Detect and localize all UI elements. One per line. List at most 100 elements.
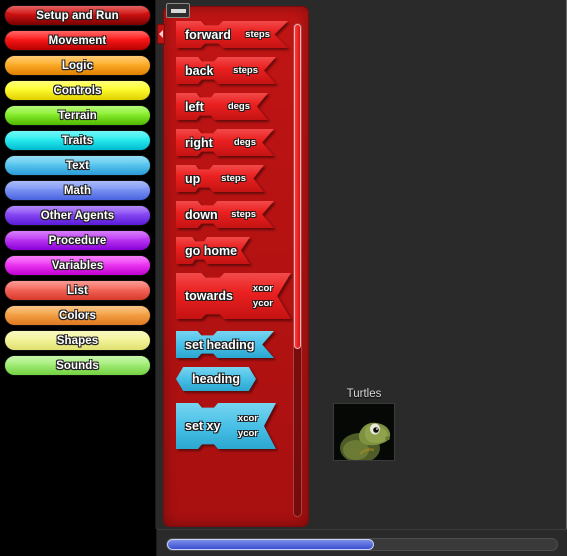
block-parameter-slot[interactable]: steps [231,209,256,220]
block-up[interactable]: up steps [176,165,264,192]
block-label: right [185,135,213,150]
block-right[interactable]: right degs [176,129,274,156]
breed-turtles[interactable]: Turtles [333,388,395,461]
sidebar-footer-pad [0,529,157,556]
block-body: left degs [176,93,268,120]
block-label: set xy [185,419,221,433]
breed-label: Turtles [346,388,382,400]
block-body: right degs [176,129,274,156]
workspace-horizontal-scrollbar-thumb[interactable] [167,539,374,550]
palette-vertical-scrollbar-thumb[interactable] [294,24,301,349]
block-parameter-slots: xcor ycor [238,413,272,439]
block-label: heading [192,372,240,386]
sidebar-item-label: Terrain [58,109,97,122]
sidebar-item-shapes[interactable]: Shapes [4,330,151,351]
sidebar-item-logic[interactable]: Logic [4,55,151,76]
block-parameter-slots: steps [245,29,284,40]
sidebar-item-math[interactable]: Math [4,180,151,201]
block-label: set heading [185,337,255,352]
block-label: forward [185,27,231,42]
palette-vertical-scrollbar-track[interactable] [293,23,302,517]
block-parameter-slots: xcor ycor [253,283,287,309]
block-towards[interactable]: towards xcor ycor [176,273,291,319]
sidebar-item-variables[interactable]: Variables [4,255,151,276]
block-heading[interactable]: heading [176,367,256,391]
block-set-xy[interactable]: set xy xcor ycor [176,403,276,449]
block-parameter-slot[interactable]: xcor [238,413,258,424]
sidebar-item-list[interactable]: List [4,280,151,301]
turtle-image-icon [334,404,394,460]
sidebar-item-movement[interactable]: Movement [4,30,151,51]
sidebar-item-label: Logic [61,59,94,72]
sidebar-item-label: Setup and Run [36,9,119,22]
turtle-thumbnail[interactable] [333,403,395,461]
sidebar-item-label: Traits [61,134,94,147]
block-body: go home [176,237,250,264]
sidebar-item-label: Procedure [48,234,107,247]
sidebar-item-label: Sounds [56,359,99,372]
sidebar-item-label: Math [63,184,92,197]
block-parameter-slots: degs [228,101,264,112]
workspace-canvas[interactable]: Turtles [309,0,562,529]
block-body: up steps [176,165,264,192]
sidebar-item-other-agents[interactable]: Other Agents [4,205,151,226]
block-label: go home [185,243,238,258]
sidebar-item-traits[interactable]: Traits [4,130,151,151]
sidebar-item-colors[interactable]: Colors [4,305,151,326]
block-parameter-slots: steps [231,209,270,220]
sidebar-item-label: List [67,284,88,297]
sidebar-item-procedure[interactable]: Procedure [4,230,151,251]
grip-icon [171,9,186,13]
workspace-horizontal-scrollbar-track[interactable] [166,538,558,551]
block-category-sidebar: Setup and Run Movement Logic Controls Terrai… [0,0,156,556]
block-parameter-slot[interactable]: steps [233,65,258,76]
block-body: forward steps [176,21,288,48]
block-body: back steps [176,57,276,84]
block-parameter-slot[interactable]: ycor [238,428,258,439]
block-label: up [185,171,201,186]
block-left[interactable]: left degs [176,93,268,120]
block-back[interactable]: back steps [176,57,276,84]
block-body: set heading [176,331,274,358]
palette-drag-handle[interactable] [166,3,190,18]
sidebar-item-label: Other Agents [40,209,115,222]
sidebar-item-label: Shapes [56,334,99,347]
palette-collapse-arrow-icon[interactable] [157,24,165,44]
sidebar-item-label: Variables [51,259,104,272]
block-parameter-slot[interactable]: steps [221,173,246,184]
sidebar-item-setup-and-run[interactable]: Setup and Run [4,5,151,26]
block-palette-panel: forward steps back steps left degs right degs up… [157,0,309,529]
block-palette-surface: forward steps back steps left degs right degs up… [163,6,309,527]
sidebar-item-sounds[interactable]: Sounds [4,355,151,376]
block-down[interactable]: down steps [176,201,274,228]
block-set-heading[interactable]: set heading [176,331,274,358]
block-list: forward steps back steps left degs right degs up… [164,21,291,526]
sidebar-item-label: Colors [58,309,97,322]
block-body: heading [176,367,256,391]
sidebar-item-controls[interactable]: Controls [4,80,151,101]
sidebar-item-label: Text [65,159,90,172]
block-label: towards [185,289,233,303]
block-forward[interactable]: forward steps [176,21,288,48]
block-label: left [185,99,204,114]
block-parameter-slot[interactable]: ycor [253,298,273,309]
sidebar-item-terrain[interactable]: Terrain [4,105,151,126]
block-label: down [185,207,218,222]
block-body: towards xcor ycor [176,273,291,319]
block-body: set xy xcor ycor [176,403,276,449]
block-parameter-slot[interactable]: steps [245,29,270,40]
block-parameter-slots: steps [221,173,260,184]
sidebar-item-label: Movement [48,34,107,47]
block-go-home[interactable]: go home [176,237,250,264]
starlogo-ide-window: Setup and Run Movement Logic Controls Terrai… [0,0,567,556]
block-label: back [185,63,214,78]
block-parameter-slot[interactable]: xcor [253,283,273,294]
block-parameter-slot[interactable]: degs [234,137,256,148]
block-parameter-slots: degs [234,137,270,148]
block-parameter-slot[interactable]: degs [228,101,250,112]
sidebar-item-label: Controls [53,84,102,97]
sidebar-item-text[interactable]: Text [4,155,151,176]
workspace-scrollbar-zone [157,529,567,556]
block-parameter-slots: steps [233,65,272,76]
block-body: down steps [176,201,274,228]
